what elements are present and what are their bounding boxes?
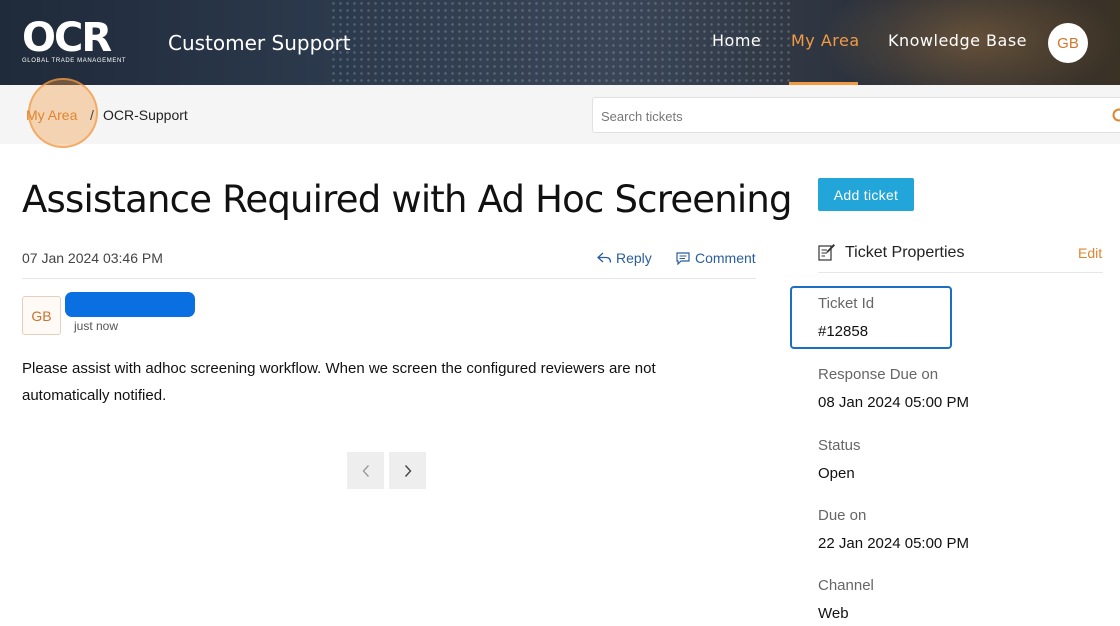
comment-button[interactable]: Comment (676, 250, 756, 266)
user-avatar[interactable]: GB (1048, 23, 1088, 63)
ticket-properties-title: Ticket Properties (845, 244, 965, 261)
edit-properties-link[interactable]: Edit (1078, 245, 1102, 261)
edit-note-icon (818, 244, 835, 261)
ocr-logo[interactable]: OCR GLOBAL TRADE MANAGEMENT (22, 18, 158, 64)
prev-page-button[interactable] (347, 452, 384, 489)
message-time: just now (74, 319, 119, 333)
message-author-avatar: GB (22, 296, 61, 335)
chevron-left-icon (362, 464, 369, 477)
ticket-date: 07 Jan 2024 03:46 PM (22, 250, 163, 266)
search-icon[interactable] (1111, 107, 1120, 125)
prop-value-channel: Web (818, 605, 849, 622)
search-box (592, 97, 1120, 133)
reply-icon (597, 252, 612, 263)
nav-knowledge-base[interactable]: Knowledge Base (888, 31, 1027, 50)
reply-button[interactable]: Reply (597, 250, 652, 266)
comment-label: Comment (695, 250, 756, 266)
logo-subtext: GLOBAL TRADE MANAGEMENT (22, 58, 127, 64)
search-input[interactable] (601, 106, 1101, 126)
prop-value-ticket-id: #12858 (818, 323, 869, 340)
portal-title: Customer Support (168, 31, 351, 55)
nav-home[interactable]: Home (712, 31, 761, 50)
next-page-button[interactable] (389, 452, 426, 489)
message-body: Please assist with adhoc screening workf… (22, 360, 656, 404)
prop-label-status: Status (818, 437, 861, 454)
prop-value-due-on: 22 Jan 2024 05:00 PM (818, 535, 969, 552)
sidebar-divider (818, 272, 1103, 273)
prop-value-response-due: 08 Jan 2024 05:00 PM (818, 394, 969, 411)
breadcrumb-my-area[interactable]: My Area (26, 107, 77, 123)
content-divider (22, 278, 756, 279)
prop-label-channel: Channel (818, 577, 874, 594)
add-ticket-button[interactable]: Add ticket (818, 178, 914, 211)
breadcrumb-separator: / (90, 107, 94, 123)
breadcrumb-ocr-support[interactable]: OCR-Support (103, 107, 188, 123)
prop-label-ticket-id: Ticket Id (818, 295, 875, 312)
top-header: OCR GLOBAL TRADE MANAGEMENT Customer Sup… (0, 0, 1120, 85)
prop-label-response-due: Response Due on (818, 366, 939, 383)
comment-icon (676, 251, 690, 265)
redacted-author-name (65, 292, 195, 317)
ticket-title: Assistance Required with Ad Hoc Screenin… (22, 178, 793, 221)
reply-label: Reply (616, 250, 652, 266)
prop-value-status: Open (818, 465, 855, 482)
chevron-right-icon (404, 464, 411, 477)
logo-word: OCR (22, 15, 112, 61)
prop-label-due-on: Due on (818, 507, 867, 524)
nav-my-area[interactable]: My Area (791, 31, 860, 50)
